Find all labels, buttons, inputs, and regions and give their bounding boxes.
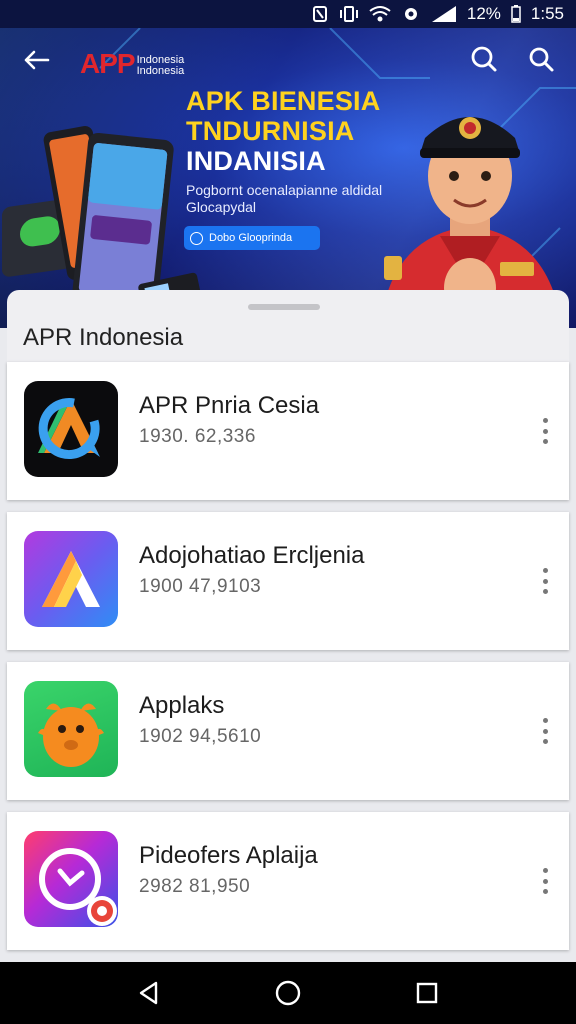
home-circle-icon [275,980,301,1006]
bottom-sheet-header: APR Indonesia [7,290,569,362]
more-vert-icon[interactable] [535,568,555,594]
app-name: APR Pnria Cesia [139,392,320,419]
banner-cta-button[interactable]: Dobo Glooprinda [184,226,320,250]
list-item[interactable]: APR Pnria Cesia 1930. 62,336 [7,362,569,500]
back-triangle-icon [140,981,158,1005]
list-item[interactable]: Adojohatiao Ercljenia 1900 47,9103 [7,512,569,650]
search-button[interactable] [468,44,500,76]
nav-home-button[interactable] [268,973,308,1013]
more-vert-icon[interactable] [535,418,555,444]
nfc-icon [311,5,329,23]
data-saver-icon [401,5,421,23]
circle-icon [190,231,203,245]
app-meta: 2982 81,950 [139,876,251,897]
hero-banner: APP Indonesia Indonesia APK BIENESIA TND… [0,28,576,328]
drag-handle[interactable] [248,304,320,310]
clock: 1:55 [530,4,564,23]
recents-square-icon [416,982,437,1004]
list-item[interactable]: Applaks 1902 94,5610 [7,662,569,800]
app-meta: 1930. 62,336 [139,426,256,447]
status-bar: 12% 1:55 [0,0,576,28]
app-icon-a-refresh [24,381,118,477]
back-button[interactable] [18,44,54,76]
app-meta: 1900 47,9103 [139,576,262,597]
search-icon [529,47,554,72]
app-icon-clock [24,831,118,927]
battery-percent: 12% [466,4,501,23]
wifi-icon [369,5,391,23]
app-icon-a-gradient [24,531,118,627]
sheet-title: APR Indonesia [23,324,184,351]
app-icon-mascot [24,681,118,777]
more-vert-icon[interactable] [535,868,555,894]
arrow-left-icon [24,50,50,70]
nav-back-button[interactable] [129,973,169,1013]
app-name: Adojohatiao Ercljenia [139,542,365,569]
signal-icon [431,5,457,23]
list-item[interactable]: Pideofers Aplaija 2982 81,950 [7,812,569,950]
app-meta: 1902 94,5610 [139,726,262,747]
banner-subtitle: Pogbornt ocenalapianne aldidal Glocapyda… [186,182,383,215]
vibrate-icon [339,5,359,23]
brand-logo: APP Indonesia Indonesia [80,48,185,79]
more-vert-icon[interactable] [535,718,555,744]
battery-icon [511,5,521,23]
search-icon [471,46,497,72]
app-name: Applaks [139,692,225,719]
search-button-2[interactable] [526,44,558,76]
nav-recents-button[interactable] [407,973,447,1013]
system-nav-bar [0,962,576,1024]
app-name: Pideofers Aplaija [139,842,318,869]
